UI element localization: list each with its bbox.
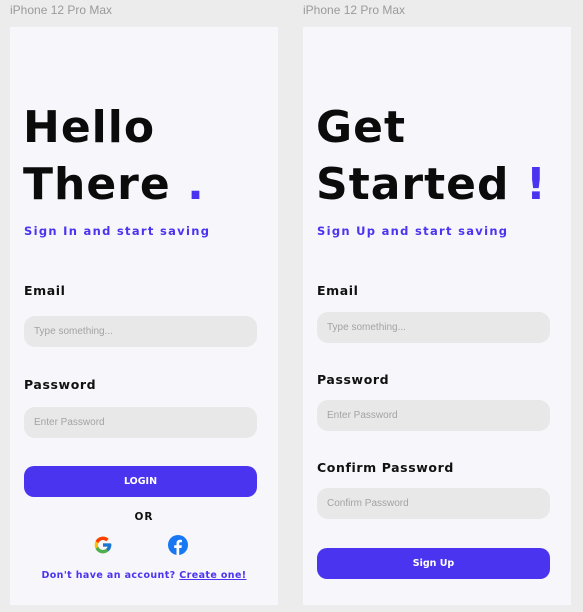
- signup-title-mark: !: [525, 159, 547, 210]
- signin-title: Hello There .: [23, 99, 205, 213]
- or-divider: OR: [134, 511, 154, 523]
- signup-password-label: Password: [317, 372, 390, 387]
- confirm-password-label: Confirm Password: [317, 460, 454, 475]
- signup-button[interactable]: Sign Up: [317, 548, 550, 579]
- signin-title-mark: .: [187, 159, 205, 210]
- password-input[interactable]: [24, 407, 257, 438]
- signup-email-input[interactable]: [317, 312, 550, 343]
- frame-label-signup: iPhone 12 Pro Max: [303, 3, 406, 17]
- google-icon[interactable]: [93, 535, 113, 555]
- signup-password-input[interactable]: [317, 400, 550, 431]
- signup-subtitle: Sign Up and start saving: [317, 224, 509, 238]
- signup-title-line2: Started: [316, 159, 510, 210]
- signup-email-label: Email: [317, 283, 359, 298]
- password-label: Password: [24, 377, 97, 392]
- email-label: Email: [24, 283, 66, 298]
- signin-subtitle: Sign In and start saving: [24, 224, 211, 238]
- create-account-link[interactable]: Create one!: [179, 570, 246, 581]
- signin-title-line1: Hello: [23, 102, 156, 153]
- signup-title-line1: Get: [316, 102, 406, 153]
- signin-screen: Hello There . Sign In and start saving E…: [10, 27, 278, 605]
- signup-screen: Get Started ! Sign Up and start saving E…: [303, 27, 571, 605]
- email-input[interactable]: [24, 316, 257, 347]
- signin-title-line2: There: [23, 159, 171, 210]
- signup-title: Get Started !: [316, 99, 547, 213]
- frame-label-signin: iPhone 12 Pro Max: [10, 3, 113, 17]
- signup-prompt: Don't have an account? Create one!: [10, 570, 278, 581]
- facebook-icon[interactable]: [168, 535, 188, 555]
- confirm-password-input[interactable]: [317, 488, 550, 519]
- login-button[interactable]: LOGIN: [24, 466, 257, 497]
- signup-prompt-text: Don't have an account?: [41, 570, 176, 581]
